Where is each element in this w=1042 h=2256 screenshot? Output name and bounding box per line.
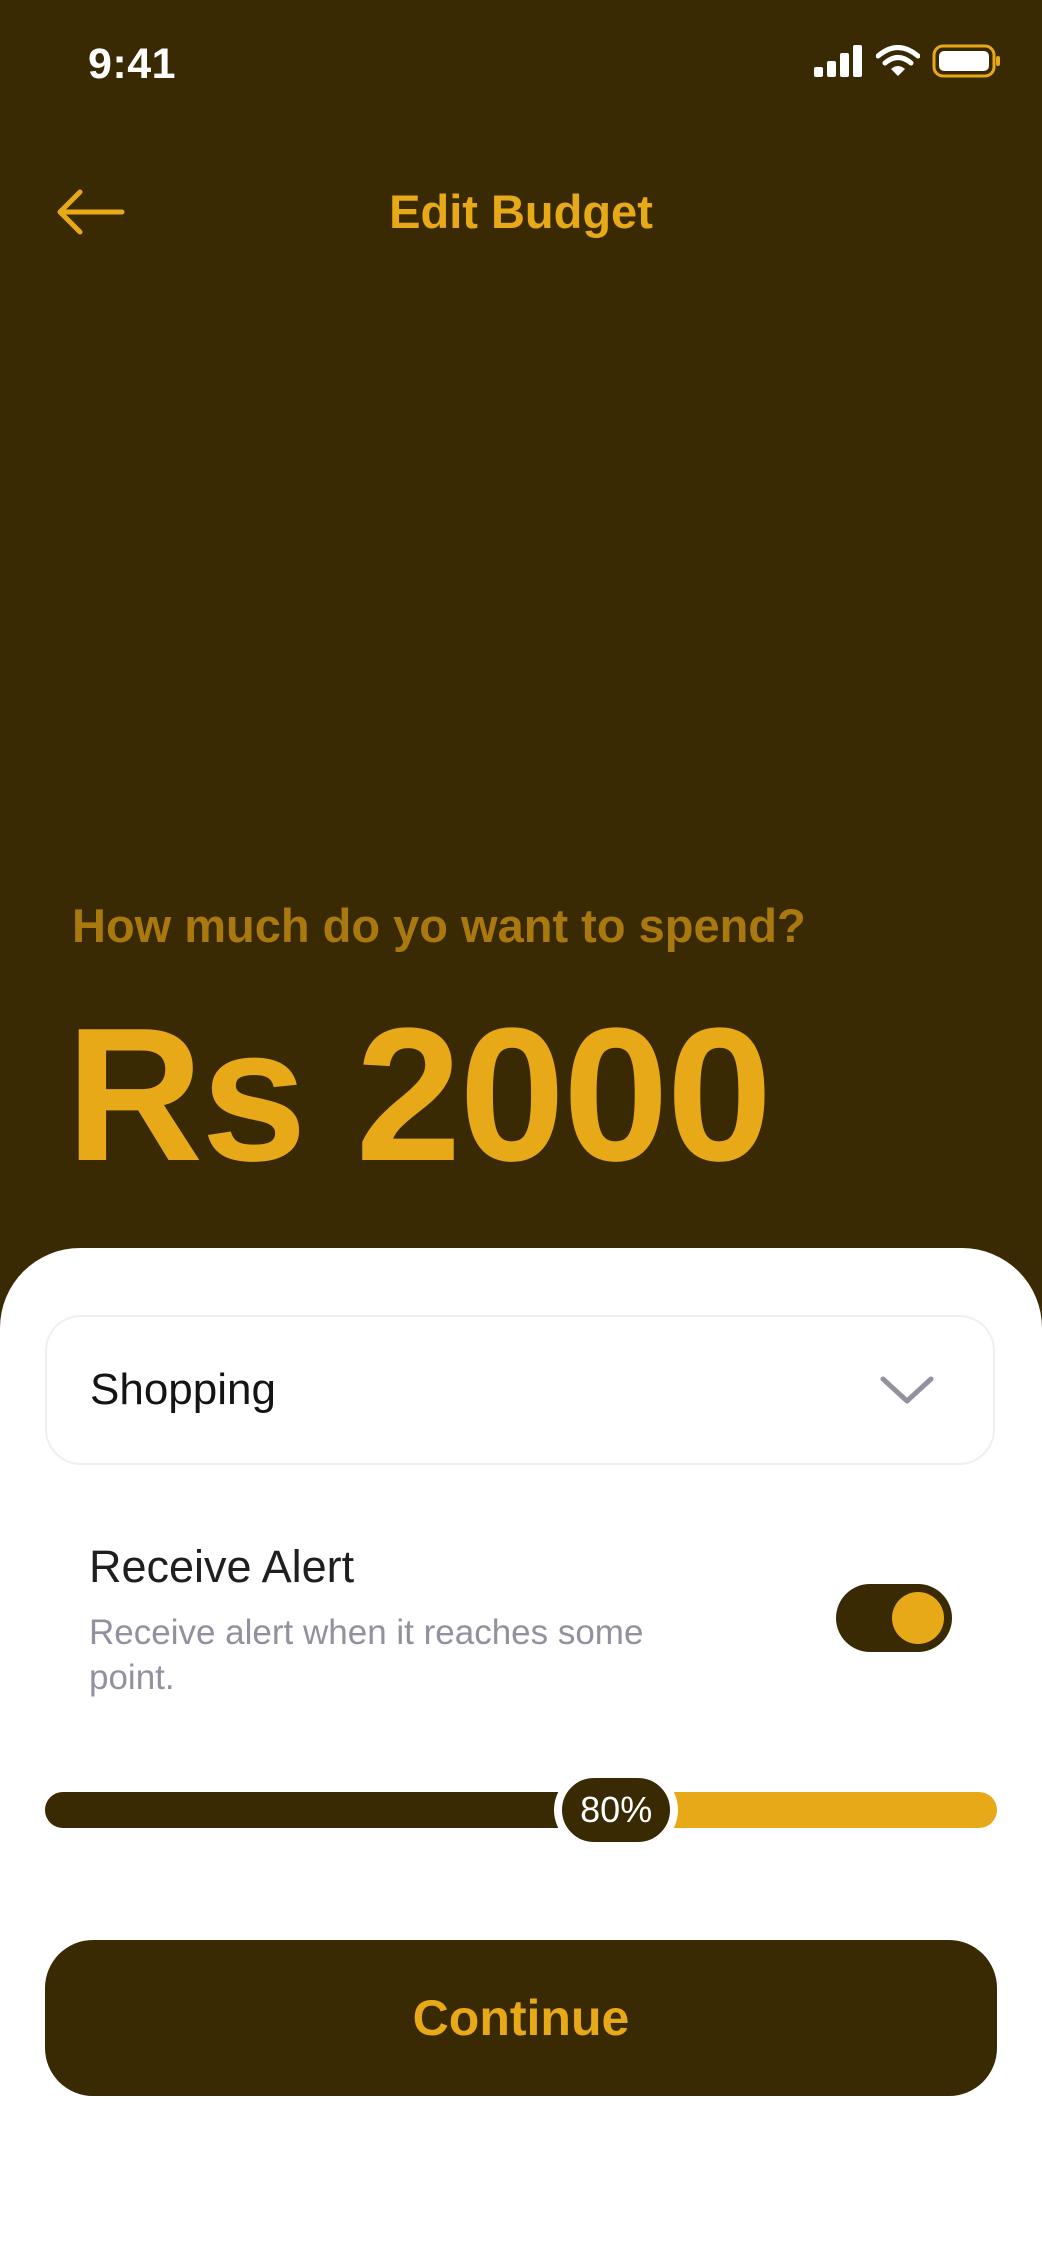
slider-fill — [45, 1792, 617, 1828]
battery-icon — [932, 44, 1000, 78]
continue-button[interactable]: Continue — [45, 1940, 997, 2096]
receive-alert-title: Receive Alert — [89, 1541, 355, 1592]
top-bar: Edit Budget — [0, 170, 1042, 260]
category-dropdown[interactable]: Shopping — [45, 1315, 995, 1465]
status-icons — [814, 44, 1002, 78]
receive-alert-description: Receive alert when it reaches some point… — [89, 1613, 644, 1697]
bottom-sheet: Shopping Receive Alert Receive alert whe… — [0, 1248, 1042, 2256]
receive-alert-toggle[interactable] — [836, 1584, 952, 1652]
category-selected: Shopping — [90, 1365, 276, 1414]
status-time: 9:41 — [88, 40, 177, 88]
alert-threshold-slider[interactable]: 80% — [45, 1770, 997, 1850]
wifi-icon — [876, 45, 920, 76]
toggle-knob — [892, 1592, 944, 1644]
status-bar: 9:41 — [0, 0, 1042, 130]
budget-question: How much do yo want to spend? — [72, 899, 806, 952]
budget-amount[interactable]: Rs 2000 — [66, 1000, 772, 1190]
slider-thumb[interactable]: 80% — [554, 1770, 679, 1850]
page-title: Edit Budget — [389, 185, 653, 238]
chevron-down-icon — [880, 1376, 934, 1404]
cellular-signal-icon — [814, 45, 862, 77]
